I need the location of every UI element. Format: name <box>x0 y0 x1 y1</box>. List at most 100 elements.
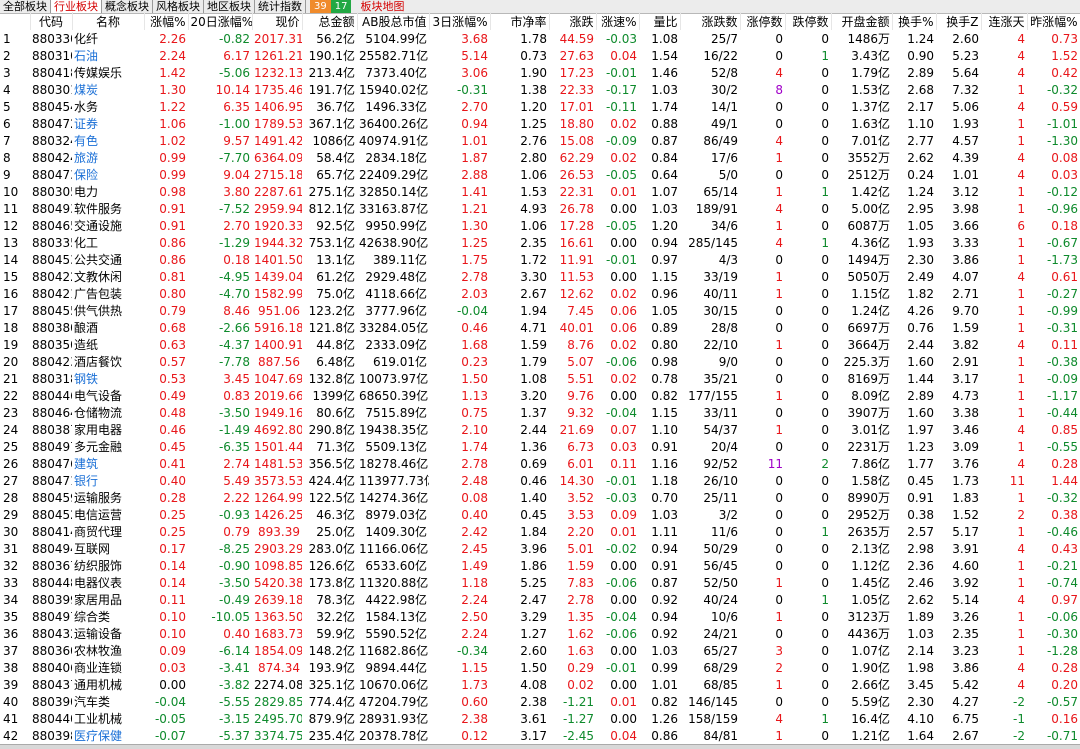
table-row[interactable]: 23 880464仓储物流 0.48 -3.50 1949.16 80.6亿 7515.89… <box>0 404 1080 421</box>
cell-16: 3123万 <box>847 610 890 624</box>
sector-table: 代码 名称 涨幅% 20日涨幅% 现价 总金额 AB股总市值 3日涨幅% 市净率 涨跌 涨速% 量比涨… <box>0 12 1080 744</box>
column-header-20[interactable]: 昨涨幅% <box>1027 12 1080 30</box>
column-header-9[interactable]: 市净率 <box>490 12 550 30</box>
cell-18: 3.17 <box>952 371 979 386</box>
column-header-8[interactable]: 3日涨幅% <box>429 12 491 30</box>
table-row[interactable]: 22 880446电气设备 0.49 0.83 2019.66 1399亿 68650.39… <box>0 387 1080 404</box>
table-row[interactable]: 29 880452电信运营 0.25 -0.93 1426.25 46.3亿 8979.03… <box>0 506 1080 523</box>
table-row[interactable]: 4 880301煤炭 1.30 10.14 1735.46 191.7亿 15940.02亿… <box>0 81 1080 98</box>
column-header-3[interactable]: 涨幅% <box>144 12 189 30</box>
cell-4: 9.04 <box>223 167 250 182</box>
column-header-6[interactable]: 总金额 <box>302 12 358 30</box>
column-header-5[interactable]: 现价 <box>252 12 303 30</box>
table-row[interactable]: 3 880418传媒娱乐 1.42 -5.06 1232.13 213.4亿 7373.40… <box>0 64 1080 81</box>
cell-13: 14/1 <box>711 99 738 114</box>
cell-1: 880437 <box>32 677 72 692</box>
table-row[interactable]: 7 880324有色 1.02 9.57 1491.42 1086亿 40974.91亿 1.… <box>0 132 1080 149</box>
table-row[interactable]: 39 880437通用机械 0.00 -3.82 2274.08 325.1亿 10670.… <box>0 676 1080 693</box>
table-row[interactable]: 21 880318钢铁 0.53 3.45 1047.69 132.8亿 10073.97亿… <box>0 370 1080 387</box>
bottom-scrollbar[interactable] <box>0 744 1080 749</box>
cell-2: 酿酒 <box>74 321 99 335</box>
column-header-15[interactable]: 跌停数 <box>785 12 832 30</box>
cell-5: 887.56 <box>258 354 300 369</box>
cell-1: 880390 <box>32 694 72 709</box>
cell-17: 0.76 <box>907 320 934 335</box>
table-row[interactable]: 38 880406商业连锁 0.03 -3.41 874.34 193.9亿 9894.44… <box>0 659 1080 676</box>
table-row[interactable]: 9 880473保险 0.99 9.04 2715.18 65.7亿 22409.29亿 2.… <box>0 166 1080 183</box>
column-header-19[interactable]: 连涨天 <box>981 12 1028 30</box>
table-row[interactable]: 11 880493软件服务 0.91 -7.52 2959.94 812.1亿 33163.… <box>0 200 1080 217</box>
table-row[interactable]: 41880440工业机械-0.05-3.152495.70879.9亿28931… <box>0 710 1080 727</box>
column-header-11[interactable]: 涨速% <box>596 12 640 30</box>
table-row[interactable]: 33 880448电器仪表 0.14 -3.50 5420.38 173.8亿 11320.… <box>0 574 1080 591</box>
table-row[interactable]: 34 880399家居用品 0.11 -0.49 2639.18 78.3亿 4422.98… <box>0 591 1080 608</box>
cell-13: 30/2 <box>711 82 738 97</box>
cell-5: 1501.44 <box>254 439 302 454</box>
table-row[interactable]: 16 880421广告包装 0.80 -4.70 1582.99 75.0亿 4118.66… <box>0 285 1080 302</box>
cell-14: 1 <box>775 728 783 743</box>
cell-3: 0.91 <box>159 201 186 216</box>
cell-3: 1.06 <box>159 116 186 131</box>
table-row[interactable]: 36 880432运输设备 0.10 0.40 1683.73 59.9亿 5590.52亿… <box>0 625 1080 642</box>
cell-17: 4.26 <box>907 303 934 318</box>
table-row[interactable]: 19 880350造纸 0.63 -4.37 1400.91 44.8亿 2333.09亿 1… <box>0 336 1080 353</box>
table-row[interactable]: 10 880305电力 0.98 3.80 2287.61 275.1亿 32850.14亿… <box>0 183 1080 200</box>
cell-4: 10.14 <box>215 82 250 97</box>
cell-10: 6.73 <box>567 439 594 454</box>
table-row[interactable]: 1 880330化纤 2.26 -0.82 2017.31 56.2亿 5104.99亿 3.… <box>0 30 1080 47</box>
cell-1: 880476 <box>32 456 72 471</box>
column-header-12[interactable]: 量比 <box>639 12 681 30</box>
cell-8: 0.60 <box>461 694 488 709</box>
cell-1: 880367 <box>32 558 72 573</box>
table-row[interactable]: 25 880497多元金融 0.45 -6.35 1501.44 71.3亿 5509.13… <box>0 438 1080 455</box>
cell-1: 880422 <box>32 269 72 284</box>
column-header-1[interactable]: 代码 <box>30 12 73 30</box>
column-header-14[interactable]: 涨停数 <box>740 12 786 30</box>
table-row[interactable]: 28 880459运输服务 0.28 2.22 1264.99 122.5亿 14274.3… <box>0 489 1080 506</box>
table-row[interactable]: 6 880472证券 1.06 -1.00 1789.53 367.1亿 36400.26亿… <box>0 115 1080 132</box>
table-row[interactable]: 5 880454水务 1.22 6.35 1406.95 36.7亿 1496.33亿 2.7… <box>0 98 1080 115</box>
table-row[interactable]: 42 880398医疗保健 -0.07 -5.37 3374.75 235.4亿 20378… <box>0 727 1080 744</box>
cell-19: 1 <box>1017 235 1025 250</box>
column-header-16[interactable]: 开盘金额 <box>831 12 893 30</box>
column-header-13[interactable]: 涨跌数 <box>680 12 741 30</box>
table-row[interactable]: 24 880387家用电器 0.46 -1.49 4692.80 290.8亿 19438.… <box>0 421 1080 438</box>
table-row[interactable]: 20 880423酒店餐饮 0.57 -7.78 887.56 6.48亿 619.01亿 0… <box>0 353 1080 370</box>
cell-0: 35 <box>3 609 19 624</box>
table-row[interactable]: 30 880414商贸代理 0.25 0.79 893.39 25.0亿 1409.30亿 2… <box>0 523 1080 540</box>
table-row[interactable]: 8 880424旅游 0.99 -7.70 6364.09 58.4亿 2834.18亿 1.… <box>0 149 1080 166</box>
cell-10: 22.33 <box>559 82 594 97</box>
table-row[interactable]: 14 880453公共交通 0.86 0.18 1401.50 13.1亿 389.11亿 1… <box>0 251 1080 268</box>
column-header-18[interactable]: 换手Z <box>936 12 982 30</box>
table-row[interactable]: 31 880494互联网 0.17 -8.25 2903.29 283.0亿 11166.0… <box>0 540 1080 557</box>
table-row[interactable]: 18 880380酿酒 0.68 -2.66 5916.18 121.8亿 33284.05… <box>0 319 1080 336</box>
column-header-17[interactable]: 换手% <box>892 12 937 30</box>
cell-0: 20 <box>3 354 19 369</box>
cell-16: 8169万 <box>847 372 890 386</box>
table-row[interactable]: 27 880471银行 0.40 5.49 3573.53 424.4亿 113977.73… <box>0 472 1080 489</box>
cell-10: 26.53 <box>559 167 594 182</box>
cell-7: 2929.48亿 <box>365 270 427 284</box>
column-header-10[interactable]: 涨跌 <box>549 12 597 30</box>
cell-17: 2.30 <box>907 694 934 709</box>
column-header-7[interactable]: AB股总市值 <box>357 12 430 30</box>
table-row[interactable]: 2 880310石油 2.24 6.17 1261.21 190.1亿 25582.71亿 5… <box>0 47 1080 64</box>
table-row[interactable]: 35 880497综合类 0.10 -10.05 1363.50 32.2亿 1584.13… <box>0 608 1080 625</box>
column-header-0[interactable] <box>0 12 31 30</box>
column-header-4[interactable]: 20日涨幅% <box>188 12 253 30</box>
cell-9: 0.73 <box>520 48 547 63</box>
table-row[interactable]: 26 880476建筑 0.41 2.74 1481.53 356.5亿 18278.46亿… <box>0 455 1080 472</box>
column-header-2[interactable]: 名称 <box>72 12 145 30</box>
cell-5: 4692.80 <box>254 422 302 437</box>
table-row[interactable]: 13 880335化工 0.86 -1.29 1944.32 753.1亿 42638.90… <box>0 234 1080 251</box>
cell-6: 123.2亿 <box>308 304 355 318</box>
table-row[interactable]: 40 880390汽车类 -0.04 -5.55 2829.85 774.4亿 47204.… <box>0 693 1080 710</box>
table-row[interactable]: 17 880455供气供热 0.79 8.46 951.06 123.2亿 3777.96亿… <box>0 302 1080 319</box>
table-row[interactable]: 37 880360农林牧渔 0.09 -6.14 1854.09 148.2亿 11682.… <box>0 642 1080 659</box>
table-row[interactable]: 15 880422文教休闲 0.81 -4.95 1439.04 61.2亿 2929.48… <box>0 268 1080 285</box>
cell-0: 7 <box>3 133 11 148</box>
table-row[interactable]: 32 880367纺织服饰 0.14 -0.90 1098.85 126.6亿 6533.6… <box>0 557 1080 574</box>
table-row[interactable]: 12 880465交通设施 0.91 2.70 1920.33 92.5亿 9950.99亿… <box>0 217 1080 234</box>
cell-11: 0.00 <box>610 592 637 607</box>
cell-5: 1363.50 <box>254 609 302 624</box>
